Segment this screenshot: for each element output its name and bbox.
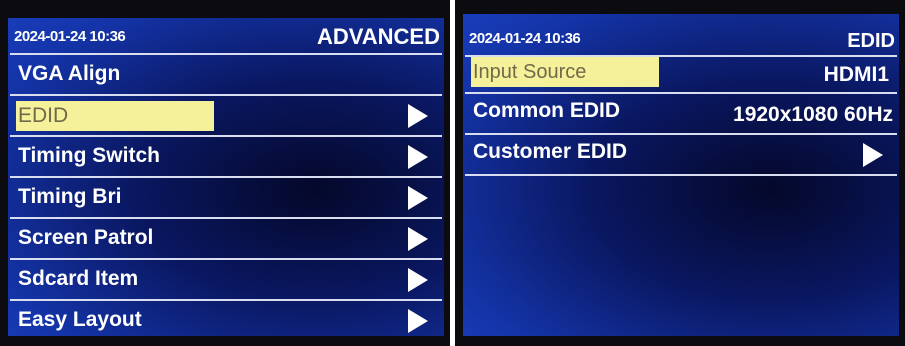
- bezel: [0, 0, 450, 18]
- menu-item-sdcard-item[interactable]: Sdcard Item: [10, 259, 442, 299]
- menu-item-label: Sdcard Item: [18, 267, 139, 290]
- bezel: [455, 0, 463, 346]
- menu-item-label: Easy Layout: [18, 308, 142, 331]
- arrow-right-icon: [408, 186, 428, 210]
- bezel: [899, 0, 905, 346]
- menu-item-label: Input Source: [471, 57, 659, 87]
- menu-item-timing-switch[interactable]: Timing Switch: [10, 136, 442, 176]
- menu-item-timing-bri[interactable]: Timing Bri: [10, 177, 442, 217]
- menu-item-label: Timing Switch: [18, 144, 160, 167]
- arrow-right-icon: [408, 104, 428, 128]
- menu-item-screen-patrol[interactable]: Screen Patrol: [10, 218, 442, 258]
- divider: [465, 174, 897, 176]
- arrow-right-icon: [408, 145, 428, 169]
- advanced-menu-screen: 2024-01-24 10:36 ADVANCED VGA Align EDID…: [0, 0, 450, 346]
- datetime: 2024-01-24 10:36: [14, 28, 126, 45]
- menu-item-vga-align[interactable]: VGA Align: [10, 54, 442, 94]
- arrow-right-icon: [863, 143, 883, 167]
- menu-title: ADVANCED: [316, 24, 440, 49]
- bezel: [455, 0, 905, 14]
- datetime: 2024-01-24 10:36: [469, 30, 581, 47]
- bezel: [455, 336, 905, 346]
- menu-item-label: EDID: [16, 101, 214, 131]
- bezel: [444, 0, 450, 346]
- edid-menu-screen: 2024-01-24 10:36 EDID Input Source HDMI1…: [455, 0, 905, 346]
- header: 2024-01-24 10:36 EDID: [465, 24, 897, 54]
- menu-item-edid[interactable]: EDID: [10, 95, 442, 135]
- common-edid-value: 1920x1080 60Hz: [733, 103, 893, 126]
- menu-item-label: Customer EDID: [473, 140, 628, 163]
- menu-item-label: Timing Bri: [18, 185, 122, 208]
- input-source-value: HDMI1: [823, 63, 889, 86]
- menu-item-label: Common EDID: [473, 99, 620, 122]
- menu-item-label: Screen Patrol: [18, 226, 154, 249]
- menu-title: EDID: [847, 30, 895, 52]
- bezel: [0, 0, 8, 346]
- header: 2024-01-24 10:36 ADVANCED: [10, 22, 442, 52]
- arrow-right-icon: [408, 309, 428, 333]
- menu-item-input-source[interactable]: Input Source HDMI1: [465, 55, 897, 95]
- menu-item-common-edid[interactable]: Common EDID 1920x1080 60Hz: [465, 93, 897, 133]
- menu-item-label: VGA Align: [18, 62, 121, 85]
- arrow-right-icon: [408, 268, 428, 292]
- menu-item-easy-layout[interactable]: Easy Layout: [10, 300, 442, 340]
- menu-item-customer-edid[interactable]: Customer EDID: [465, 134, 897, 174]
- arrow-right-icon: [408, 227, 428, 251]
